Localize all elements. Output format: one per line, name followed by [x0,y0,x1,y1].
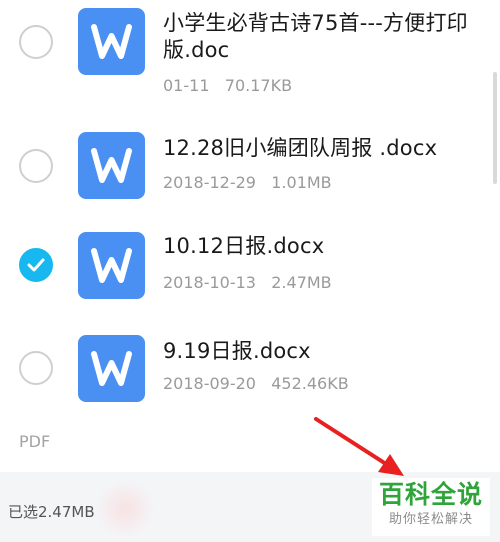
file-meta: 2018-12-29 1.01MB [163,173,332,192]
word-doc-icon [78,232,145,299]
file-date: 01-11 [163,76,210,95]
file-name: 10.12日报.docx [163,234,325,258]
file-meta: 2018-09-20 452.46KB [163,374,349,393]
file-name: 9.19日报.docx [163,339,311,363]
file-checkbox[interactable] [19,149,53,183]
file-date: 2018-10-13 [163,273,256,292]
watermark-subtitle: 助你轻松解决 [388,512,473,527]
watermark-logo: 百科全说 助你轻松解决 [372,478,490,536]
file-size: 452.46KB [271,374,349,393]
file-meta: 01-11 70.17KB [163,76,292,95]
word-doc-icon [78,335,145,402]
scrollbar[interactable] [493,72,497,184]
file-checkbox-checked[interactable] [19,248,53,282]
word-doc-icon [78,132,145,199]
file-date: 2018-12-29 [163,173,256,192]
red-arrow-annotation [314,417,404,476]
selected-size-text: 已选2.47MB [8,503,95,521]
file-checkbox[interactable] [19,351,53,385]
file-size: 1.01MB [271,173,332,192]
file-row[interactable]: 小学生必背古诗75首---方便打印版.doc 01-11 70.17KB [0,0,500,110]
file-row[interactable]: 10.12日报.docx 2018-10-13 2.47MB [0,215,500,320]
watermark-title: 百科全说 [378,480,483,509]
file-row[interactable]: 9.19日报.docx 2018-09-20 452.46KB [0,320,500,420]
word-doc-icon [78,8,145,75]
file-size: 2.47MB [271,273,332,292]
checkmark-icon [27,258,45,272]
file-date: 2018-09-20 [163,374,256,393]
file-size: 70.17KB [224,76,293,95]
section-header-pdf: PDF [19,432,51,451]
file-name: 12.28旧小编团队周报 .docx [163,136,438,160]
file-meta: 2018-10-13 2.47MB [163,273,332,292]
file-name: 小学生必背古诗75首---方便打印版.doc [163,11,468,62]
bottom-bar-smudge [95,480,155,538]
file-row[interactable]: 12.28旧小编团队周报 .docx 2018-12-29 1.01MB [0,110,500,215]
file-checkbox[interactable] [19,25,53,59]
